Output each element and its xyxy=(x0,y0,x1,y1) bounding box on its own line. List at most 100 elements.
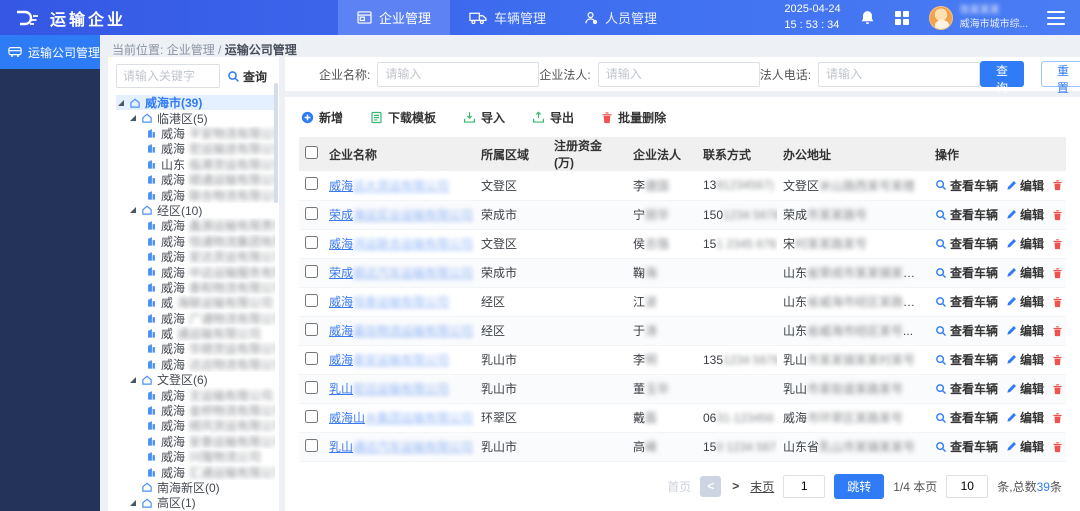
row-checkbox[interactable] xyxy=(305,207,318,220)
row-checkbox[interactable] xyxy=(305,323,318,336)
edit-button[interactable]: 编辑 xyxy=(1006,264,1044,281)
delete-button[interactable]: 删除 xyxy=(1052,293,1066,310)
tree-company-node[interactable]: 威海汇通运输有限公司 xyxy=(116,464,275,479)
tree-root-node[interactable]: 威海市(39) xyxy=(116,95,275,110)
bell-icon[interactable] xyxy=(860,10,875,26)
filter-reset-button[interactable]: 重置 xyxy=(1041,61,1080,87)
page-size-input[interactable] xyxy=(946,475,988,498)
delete-button[interactable]: 删除 xyxy=(1052,351,1066,368)
edit-button[interactable]: 编辑 xyxy=(1006,293,1044,310)
row-checkbox[interactable] xyxy=(305,177,318,190)
row-checkbox[interactable] xyxy=(305,410,318,423)
row-checkbox[interactable] xyxy=(305,381,318,394)
tree-district-node[interactable]: 经区(10) xyxy=(116,203,275,218)
tab-enterprise-management[interactable]: 企业管理 xyxy=(338,0,450,35)
download-template-button[interactable]: 下载模板 xyxy=(370,109,436,126)
row-checkbox[interactable] xyxy=(305,265,318,278)
page-number-input[interactable] xyxy=(783,475,825,498)
tree-company-node[interactable]: 威海广通物流有限公司 xyxy=(116,310,275,325)
edit-button[interactable]: 编辑 xyxy=(1006,235,1044,252)
view-vehicles-button[interactable]: 查看车辆 xyxy=(935,438,998,455)
import-button[interactable]: 导入 xyxy=(463,109,505,126)
add-button[interactable]: 新增 xyxy=(301,109,343,126)
company-name-link[interactable]: 荣成海运实业运输有限公司 xyxy=(329,208,473,222)
row-checkbox[interactable] xyxy=(305,236,318,249)
company-name-link[interactable]: 荣成顺达汽车运输有限公司 xyxy=(329,266,473,280)
tree-district-node[interactable]: 高区(1) xyxy=(116,495,275,510)
tree-company-node[interactable]: 威通运输有限公司 xyxy=(116,326,275,341)
tree-company-node[interactable]: 威海平安物流有限公司 xyxy=(116,126,275,141)
view-vehicles-button[interactable]: 查看车辆 xyxy=(935,380,998,397)
view-vehicles-button[interactable]: 查看车辆 xyxy=(935,322,998,339)
delete-button[interactable]: 删除 xyxy=(1052,438,1066,455)
view-vehicles-button[interactable]: 查看车辆 xyxy=(935,264,998,281)
company-name-link[interactable]: 威海鸿运联合运输有限公司 xyxy=(329,237,473,251)
tree-company-node[interactable]: 威海联运输有限公司 xyxy=(116,295,275,310)
view-vehicles-button[interactable]: 查看车辆 xyxy=(935,351,998,368)
tree-company-node[interactable]: 威海文运输有限公司 xyxy=(116,387,275,402)
delete-button[interactable]: 删除 xyxy=(1052,322,1066,339)
tree-company-node[interactable]: 威海顺风货运有限公司 xyxy=(116,418,275,433)
delete-button[interactable]: 删除 xyxy=(1052,177,1066,194)
edit-button[interactable]: 编辑 xyxy=(1006,177,1044,194)
row-checkbox[interactable] xyxy=(305,294,318,307)
delete-button[interactable]: 删除 xyxy=(1052,409,1066,426)
hamburger-icon[interactable] xyxy=(1047,11,1065,25)
tree-company-node[interactable]: 山东临港货运有限公司 xyxy=(116,157,275,172)
tree-district-node[interactable]: 南海新区(0) xyxy=(116,480,275,495)
batch-delete-button[interactable]: 批量删除 xyxy=(601,109,666,126)
company-name-link[interactable]: 威海嘉信物流运输有限公司 xyxy=(329,324,473,338)
tree-search-input[interactable] xyxy=(116,64,220,88)
tree-company-node[interactable]: 威海金桥物流有限公司 xyxy=(116,403,275,418)
view-vehicles-button[interactable]: 查看车辆 xyxy=(935,177,998,194)
tree-company-node[interactable]: 威海联合物流有限公司 xyxy=(116,187,275,202)
tab-vehicle-management[interactable]: 车辆管理 xyxy=(450,0,565,35)
edit-button[interactable]: 编辑 xyxy=(1006,409,1044,426)
company-name-link[interactable]: 威海泰安运输有限公司 xyxy=(329,353,449,367)
edit-button[interactable]: 编辑 xyxy=(1006,351,1044,368)
legal-person-input[interactable] xyxy=(598,62,760,87)
jump-button[interactable]: 跳转 xyxy=(834,474,884,499)
edit-button[interactable]: 编辑 xyxy=(1006,206,1044,223)
edit-button[interactable]: 编辑 xyxy=(1006,438,1044,455)
tree-company-node[interactable]: 威海安达货运有限公司 xyxy=(116,249,275,264)
tree-company-node[interactable]: 威海安泰运输有限公司 xyxy=(116,434,275,449)
user-box[interactable]: 张某某某 威海市城市综... xyxy=(929,4,1028,32)
edit-button[interactable]: 编辑 xyxy=(1006,322,1044,339)
view-vehicles-button[interactable]: 查看车辆 xyxy=(935,206,998,223)
company-name-link[interactable]: 威海远大货运有限公司 xyxy=(329,179,449,193)
tree-company-node[interactable]: 威海泰和物流有限公司 xyxy=(116,280,275,295)
tree-district-node[interactable]: 文登区(6) xyxy=(116,372,275,387)
legal-phone-input[interactable] xyxy=(818,62,980,87)
tree-scrollbar[interactable] xyxy=(274,83,278,203)
pagination-first-button[interactable]: 首页 xyxy=(667,478,691,495)
view-vehicles-button[interactable]: 查看车辆 xyxy=(935,409,998,426)
company-name-input[interactable] xyxy=(377,62,539,87)
row-checkbox[interactable] xyxy=(305,352,318,365)
delete-button[interactable]: 删除 xyxy=(1052,264,1066,281)
tree-company-node[interactable]: 威海宏运输送有限公司 xyxy=(116,141,275,156)
pagination-next-button[interactable]: > xyxy=(730,479,741,493)
view-vehicles-button[interactable]: 查看车辆 xyxy=(935,293,998,310)
tab-personnel-management[interactable]: 人员管理 xyxy=(565,0,676,35)
tree-company-node[interactable]: 威海鑫源运输有限责任公司 xyxy=(116,218,275,233)
delete-button[interactable]: 删除 xyxy=(1052,380,1066,397)
view-vehicles-button[interactable]: 查看车辆 xyxy=(935,235,998,252)
tree-district-node[interactable]: 临港区(5) xyxy=(116,110,275,125)
filter-search-button[interactable]: 查询 xyxy=(980,61,1024,87)
tree-company-node[interactable]: 威海顺通运输有限公司 xyxy=(116,172,275,187)
delete-button[interactable]: 删除 xyxy=(1052,206,1066,223)
company-name-link[interactable]: 威海恒泰运输有限公司 xyxy=(329,295,449,309)
tree-company-node[interactable]: 威海华顺货运有限公司 xyxy=(116,341,275,356)
sidebar-item-transport-company[interactable]: 运输公司管理 xyxy=(0,35,100,69)
apps-grid-icon[interactable] xyxy=(894,10,910,26)
tree-company-node[interactable]: 威海中远运输服务有限公司 xyxy=(116,264,275,279)
delete-button[interactable]: 删除 xyxy=(1052,235,1066,252)
edit-button[interactable]: 编辑 xyxy=(1006,380,1044,397)
tree-search-button[interactable]: 查询 xyxy=(227,68,267,85)
select-all-checkbox[interactable] xyxy=(305,146,318,159)
export-button[interactable]: 导出 xyxy=(532,109,574,126)
pagination-last-button[interactable]: 末页 xyxy=(750,478,774,495)
tree-company-node[interactable]: 威海兴隆物流公司 xyxy=(116,449,275,464)
tree-company-node[interactable]: 威海达远物流有限公司 xyxy=(116,357,275,372)
